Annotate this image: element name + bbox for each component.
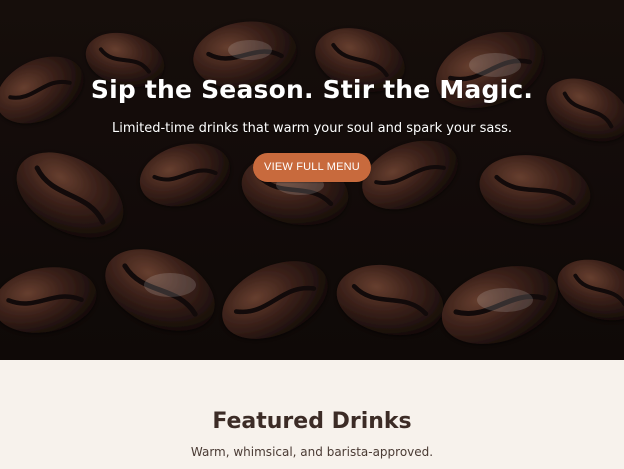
view-full-menu-button[interactable]: VIEW FULL MENU (253, 153, 371, 182)
featured-title: Featured Drinks (212, 409, 412, 434)
page: Sip the Season. Stir the Magic. Limited-… (0, 0, 624, 469)
featured-subtitle: Warm, whimsical, and barista-approved. (190, 445, 434, 459)
featured-drinks-section: Featured Drinks Warm, whimsical, and bar… (0, 360, 624, 469)
hero-content: Sip the Season. Stir the Magic. Limited-… (0, 70, 624, 182)
hero-section: Sip the Season. Stir the Magic. Limited-… (0, 0, 624, 360)
hero-title: Sip the Season. Stir the Magic. (90, 75, 534, 104)
hero-subtitle: Limited-time drinks that warm your soul … (111, 121, 513, 136)
